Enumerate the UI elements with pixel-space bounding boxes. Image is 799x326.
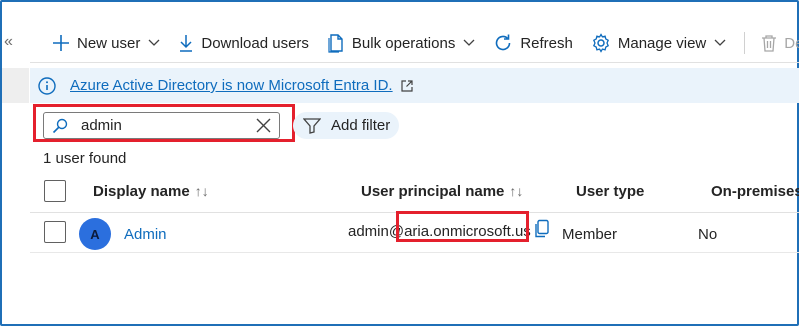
trash-icon xyxy=(762,35,777,52)
upn-highlight-box xyxy=(396,211,529,242)
manage-view-button[interactable]: Manage view xyxy=(591,33,726,53)
download-users-button[interactable]: Download users xyxy=(178,34,309,52)
table-header: Display name ↑↓ User principal name ↑↓ Use… xyxy=(0,180,799,204)
results-count: 1 user found xyxy=(43,150,127,167)
refresh-button[interactable]: Refresh xyxy=(493,33,573,53)
download-users-label: Download users xyxy=(201,34,309,52)
column-on-premises-label: On-premises xyxy=(711,183,799,200)
copy-icon[interactable] xyxy=(533,219,551,239)
avatar: A xyxy=(79,218,111,250)
add-filter-button[interactable]: Add filter xyxy=(293,112,399,139)
column-user-type-label: User type xyxy=(576,183,645,200)
download-icon xyxy=(180,35,193,52)
delete-label: De xyxy=(784,34,799,52)
chevron-down-icon xyxy=(463,39,475,46)
add-filter-label: Add filter xyxy=(331,117,391,134)
gear-icon xyxy=(592,33,609,53)
column-user-type[interactable]: User type xyxy=(576,183,644,200)
filter-icon xyxy=(303,117,321,134)
info-banner: Azure Active Directory is now Microsoft … xyxy=(30,68,799,103)
search-highlight-box xyxy=(33,104,295,142)
bulk-operations-label: Bulk operations xyxy=(351,34,456,52)
toolbar-divider xyxy=(30,62,799,63)
chevron-down-icon xyxy=(714,39,726,46)
delete-button[interactable]: De xyxy=(761,34,799,52)
row-divider xyxy=(30,252,799,253)
sort-icon: ↑↓ xyxy=(509,183,524,199)
row-checkbox[interactable] xyxy=(44,221,66,243)
column-upn-label: User principal name xyxy=(361,183,505,200)
external-link-icon[interactable] xyxy=(401,79,413,92)
column-upn[interactable]: User principal name ↑↓ xyxy=(361,183,523,200)
manage-view-label: Manage view xyxy=(617,34,707,52)
plus-icon xyxy=(53,35,69,51)
select-all-checkbox[interactable] xyxy=(44,180,66,202)
column-display-name[interactable]: Display name ↑↓ xyxy=(93,183,209,200)
refresh-icon xyxy=(496,34,511,51)
info-icon xyxy=(38,76,56,95)
sort-icon: ↑↓ xyxy=(194,183,209,199)
sidebar-strip xyxy=(2,68,29,103)
on-premises-value: No xyxy=(698,226,718,243)
collapse-sidebar-button[interactable]: « xyxy=(4,33,13,51)
toolbar-separator xyxy=(744,32,746,54)
bulk-document-icon xyxy=(328,34,343,53)
command-bar: New user Download users Bulk operations … xyxy=(52,26,799,60)
user-type-value: Member xyxy=(562,226,618,243)
bulk-operations-button[interactable]: Bulk operations xyxy=(327,33,475,53)
column-on-premises[interactable]: On-premises xyxy=(711,183,799,200)
new-user-label: New user xyxy=(77,34,141,52)
user-display-name-link[interactable]: Admin xyxy=(124,226,167,243)
chevron-down-icon xyxy=(148,39,160,46)
new-user-button[interactable]: New user xyxy=(52,34,160,52)
refresh-label: Refresh xyxy=(520,34,573,52)
entra-id-link[interactable]: Azure Active Directory is now Microsoft … xyxy=(70,77,393,94)
column-display-name-label: Display name xyxy=(93,183,190,200)
